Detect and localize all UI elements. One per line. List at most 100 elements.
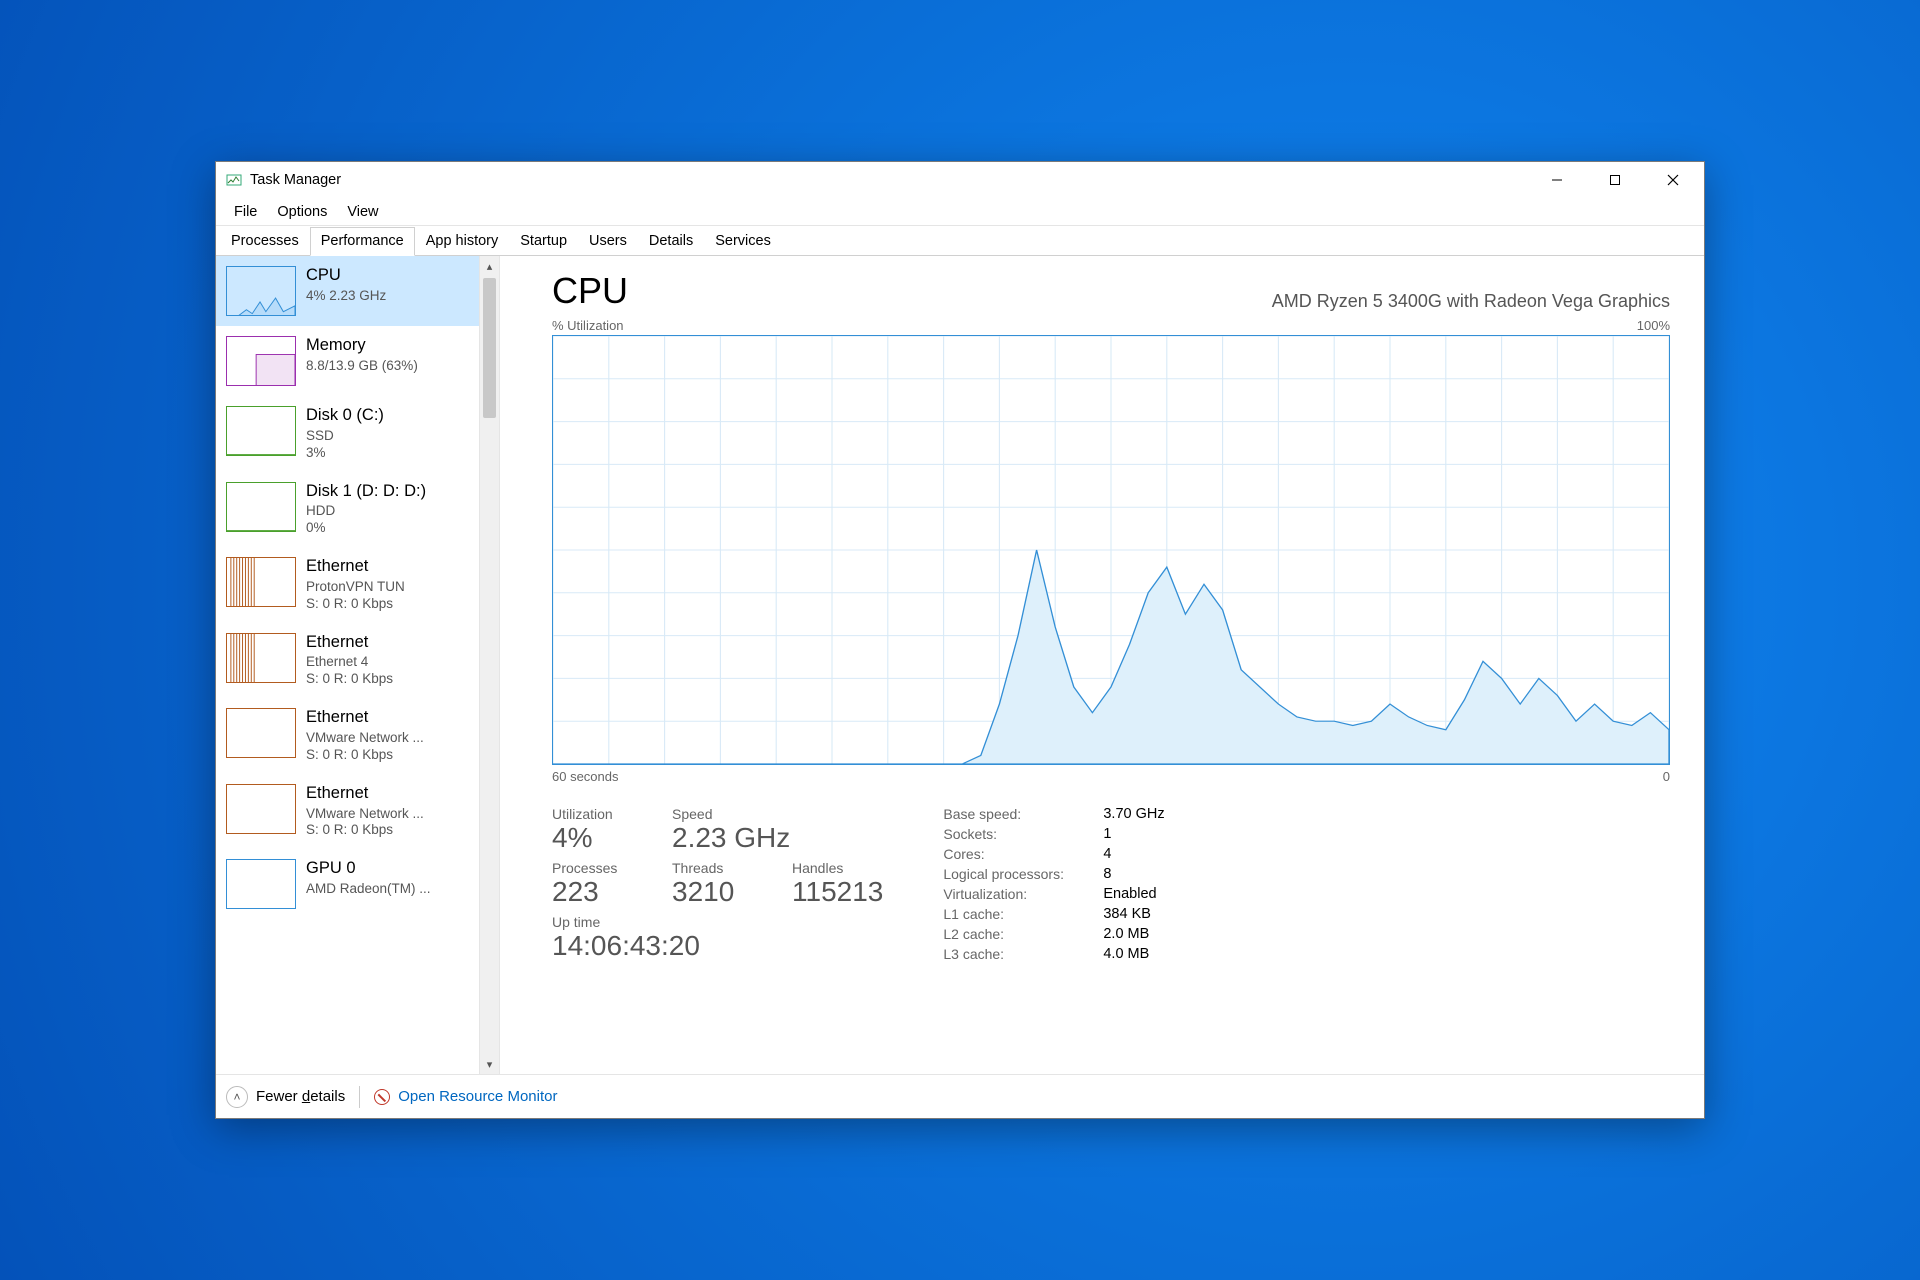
cpu-utilization-chart (552, 335, 1670, 765)
stat-key-7: L3 cache: (943, 946, 1103, 962)
sidebar-thumb-icon (226, 633, 296, 683)
resource-monitor-icon (374, 1089, 390, 1105)
tab-performance[interactable]: Performance (310, 227, 415, 256)
stat-key-5: L1 cache: (943, 906, 1103, 922)
sidebar-item-subtitle: VMware Network ... S: 0 R: 0 Kbps (306, 730, 424, 764)
tab-users[interactable]: Users (578, 227, 638, 256)
sidebar-item-ethernet-6[interactable]: Ethernet VMware Network ... S: 0 R: 0 Kb… (216, 698, 479, 774)
stat-key-6: L2 cache: (943, 926, 1103, 942)
speed-value: 2.23 GHz (672, 822, 790, 854)
sidebar-thumb-icon (226, 482, 296, 532)
tab-processes[interactable]: Processes (220, 227, 310, 256)
app-icon (226, 172, 242, 188)
close-button[interactable] (1644, 162, 1702, 198)
stat-val-1: 1 (1103, 826, 1243, 842)
titlebar[interactable]: Task Manager (216, 162, 1704, 198)
stat-key-3: Logical processors: (943, 866, 1103, 882)
sidebar-item-subtitle: SSD 3% (306, 428, 384, 462)
window-title: Task Manager (250, 172, 341, 188)
sidebar-scrollbar[interactable]: ▴ ▾ (479, 256, 499, 1074)
stat-key-1: Sockets: (943, 826, 1103, 842)
sidebar-item-ethernet-7[interactable]: Ethernet VMware Network ... S: 0 R: 0 Kb… (216, 774, 479, 850)
sidebar: CPU 4% 2.23 GHz Memory 8.8/13.9 GB (63%)… (216, 256, 500, 1074)
tab-details[interactable]: Details (638, 227, 704, 256)
stat-key-0: Base speed: (943, 806, 1103, 822)
stat-val-3: 8 (1103, 866, 1243, 882)
sidebar-item-subtitle: 8.8/13.9 GB (63%) (306, 358, 418, 375)
sidebar-item-title: Ethernet (306, 557, 405, 577)
stat-val-4: Enabled (1103, 886, 1243, 902)
maximize-button[interactable] (1586, 162, 1644, 198)
menu-view[interactable]: View (337, 202, 388, 222)
sidebar-item-subtitle: ProtonVPN TUN S: 0 R: 0 Kbps (306, 579, 405, 613)
sidebar-item-title: CPU (306, 266, 386, 286)
chart-y-max: 100% (1637, 318, 1670, 333)
sidebar-thumb-icon (226, 266, 296, 316)
scroll-up-icon[interactable]: ▴ (480, 256, 499, 276)
page-title: CPU (552, 270, 628, 312)
chevron-up-icon[interactable]: ˄ (226, 1086, 248, 1108)
threads-label: Threads (672, 860, 752, 876)
sidebar-thumb-icon (226, 708, 296, 758)
cpu-model: AMD Ryzen 5 3400G with Radeon Vega Graph… (1272, 291, 1670, 312)
main-panel: CPU AMD Ryzen 5 3400G with Radeon Vega G… (500, 256, 1704, 1074)
sidebar-item-ethernet-4[interactable]: Ethernet ProtonVPN TUN S: 0 R: 0 Kbps (216, 547, 479, 623)
sidebar-item-title: Ethernet (306, 784, 424, 804)
sidebar-item-title: Ethernet (306, 633, 393, 653)
sidebar-item-subtitle: AMD Radeon(TM) ... (306, 881, 431, 898)
task-manager-window: Task Manager File Options View Processes… (215, 161, 1705, 1119)
utilization-label: Utilization (552, 806, 632, 822)
sidebar-item-disk-1-d-d-d--3[interactable]: Disk 1 (D: D: D:) HDD 0% (216, 472, 479, 548)
sidebar-item-subtitle: Ethernet 4 S: 0 R: 0 Kbps (306, 654, 393, 688)
sidebar-item-ethernet-5[interactable]: Ethernet Ethernet 4 S: 0 R: 0 Kbps (216, 623, 479, 699)
chart-x-left: 60 seconds (552, 769, 619, 784)
menu-file[interactable]: File (224, 202, 267, 222)
handles-label: Handles (792, 860, 883, 876)
tab-app-history[interactable]: App history (415, 227, 510, 256)
menu-options[interactable]: Options (267, 202, 337, 222)
separator (359, 1086, 360, 1108)
speed-label: Speed (672, 806, 790, 822)
sidebar-thumb-icon (226, 406, 296, 456)
processes-value: 223 (552, 876, 632, 908)
sidebar-item-title: Ethernet (306, 708, 424, 728)
stat-val-2: 4 (1103, 846, 1243, 862)
menubar: File Options View (216, 198, 1704, 226)
chart-y-label: % Utilization (552, 318, 624, 333)
stats: Utilization 4% Speed 2.23 GHz Processes … (552, 806, 1670, 968)
sidebar-item-title: Disk 0 (C:) (306, 406, 384, 426)
sidebar-item-memory-1[interactable]: Memory 8.8/13.9 GB (63%) (216, 326, 479, 396)
sidebar-item-gpu-0-8[interactable]: GPU 0 AMD Radeon(TM) ... (216, 849, 479, 919)
tab-services[interactable]: Services (704, 227, 782, 256)
content: CPU 4% 2.23 GHz Memory 8.8/13.9 GB (63%)… (216, 256, 1704, 1074)
stat-val-6: 2.0 MB (1103, 926, 1243, 942)
fewer-details-button[interactable]: Fewer details (256, 1088, 345, 1105)
tab-startup[interactable]: Startup (509, 227, 578, 256)
minimize-button[interactable] (1528, 162, 1586, 198)
sidebar-item-subtitle: VMware Network ... S: 0 R: 0 Kbps (306, 806, 424, 840)
stat-key-4: Virtualization: (943, 886, 1103, 902)
sidebar-thumb-icon (226, 336, 296, 386)
sidebar-thumb-icon (226, 859, 296, 909)
stat-key-2: Cores: (943, 846, 1103, 862)
sidebar-item-subtitle: HDD 0% (306, 503, 426, 537)
sidebar-item-disk-0-c--2[interactable]: Disk 0 (C:) SSD 3% (216, 396, 479, 472)
uptime-value: 14:06:43:20 (552, 930, 883, 962)
tabbar: Processes Performance App history Startu… (216, 226, 1704, 256)
scroll-thumb[interactable] (483, 278, 496, 418)
scroll-down-icon[interactable]: ▾ (480, 1054, 499, 1074)
sidebar-item-title: GPU 0 (306, 859, 431, 879)
sidebar-item-title: Memory (306, 336, 418, 356)
sidebar-thumb-icon (226, 557, 296, 607)
sidebar-item-subtitle: 4% 2.23 GHz (306, 288, 386, 305)
threads-value: 3210 (672, 876, 752, 908)
sidebar-item-cpu-0[interactable]: CPU 4% 2.23 GHz (216, 256, 479, 326)
stat-val-0: 3.70 GHz (1103, 806, 1243, 822)
processes-label: Processes (552, 860, 632, 876)
statusbar: ˄ Fewer details Open Resource Monitor (216, 1074, 1704, 1118)
stat-val-5: 384 KB (1103, 906, 1243, 922)
utilization-value: 4% (552, 822, 632, 854)
open-resource-monitor-link[interactable]: Open Resource Monitor (398, 1088, 557, 1105)
sidebar-item-title: Disk 1 (D: D: D:) (306, 482, 426, 502)
sidebar-thumb-icon (226, 784, 296, 834)
